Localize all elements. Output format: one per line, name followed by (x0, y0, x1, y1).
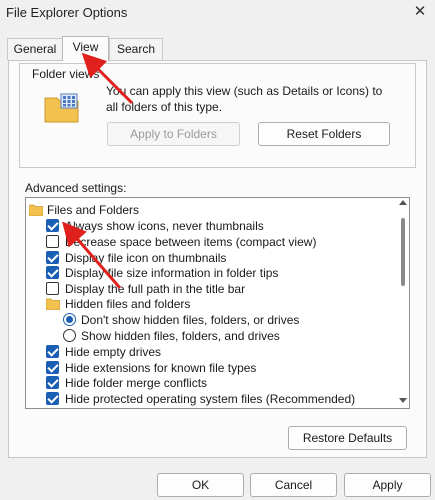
checkbox[interactable] (46, 251, 59, 264)
tab-search[interactable]: Search (109, 38, 163, 60)
scroll-thumb[interactable] (401, 218, 405, 286)
advanced-settings-list[interactable]: Files and Folders Always show icons, nev… (25, 197, 410, 409)
checkbox[interactable] (46, 219, 59, 232)
folder-icon (29, 204, 43, 216)
folder-icon (46, 298, 60, 310)
close-icon[interactable]: ✕ (408, 0, 432, 24)
scrollbar[interactable] (396, 198, 409, 408)
checkbox[interactable] (46, 376, 59, 389)
checkbox[interactable] (46, 392, 59, 405)
checkbox[interactable] (46, 282, 59, 295)
checkbox[interactable] (46, 266, 59, 279)
tab-strip: General View Search (0, 36, 435, 61)
scroll-up-icon[interactable] (399, 200, 407, 205)
cancel-button[interactable]: Cancel (250, 473, 337, 497)
folder-views-description: You can apply this view (such as Details… (106, 84, 383, 114)
ok-button[interactable]: OK (157, 473, 244, 497)
apply-to-folders-button[interactable]: Apply to Folders (107, 122, 240, 146)
apply-button[interactable]: Apply (344, 473, 431, 497)
title-bar: File Explorer Options ✕ (0, 0, 435, 26)
folder-views-label: Folder views (30, 67, 102, 81)
window-title: File Explorer Options (6, 5, 128, 20)
checkbox[interactable] (46, 235, 59, 248)
tab-view[interactable]: View (62, 36, 109, 61)
restore-defaults-button[interactable]: Restore Defaults (288, 426, 407, 450)
reset-folders-button[interactable]: Reset Folders (258, 122, 390, 146)
radio-button[interactable] (63, 313, 76, 326)
folder-views-icon (44, 93, 79, 123)
checkbox[interactable] (46, 361, 59, 374)
radio-button[interactable] (63, 329, 76, 342)
checkbox[interactable] (46, 345, 59, 358)
scroll-down-icon[interactable] (399, 398, 407, 403)
dialog-footer: OK Cancel Apply (0, 466, 435, 500)
tab-general[interactable]: General (7, 38, 63, 60)
advanced-settings-label: Advanced settings: (25, 181, 127, 195)
